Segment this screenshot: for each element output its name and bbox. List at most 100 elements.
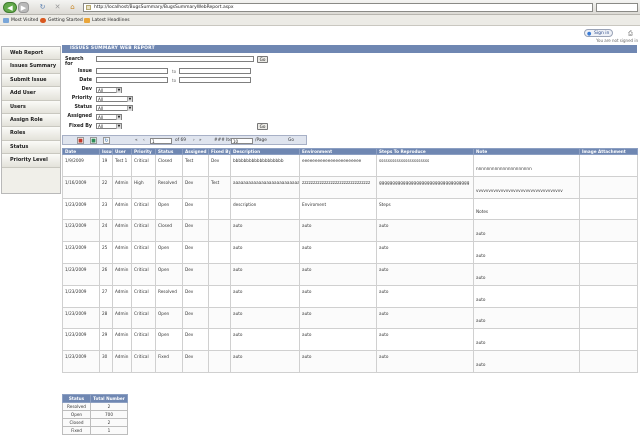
sidebar-item-priority-level[interactable]: Priority Level (2, 154, 60, 168)
chevron-down-icon: ▼ (116, 124, 121, 129)
excel-export-icon[interactable]: ■ (90, 137, 97, 144)
cell: Open (62, 410, 91, 419)
cell: description (230, 197, 300, 221)
sidebar-item-assign-role[interactable]: Assign Role (2, 113, 60, 128)
last-page-icon[interactable]: » (199, 138, 202, 143)
cell: 26 (99, 262, 113, 286)
fixed-by-select[interactable]: All ▼ (96, 123, 122, 129)
cell: auto (473, 262, 580, 286)
page-number-input[interactable]: 1 (150, 138, 172, 144)
next-page-icon[interactable]: › (193, 138, 195, 143)
cell: Critical (131, 350, 156, 373)
summary-row: Closed 2 (62, 418, 128, 427)
cell: Critical (131, 306, 156, 330)
col-header-priority[interactable]: Priority (131, 148, 156, 155)
per-page-label: /Page (255, 138, 267, 143)
cell: auto (230, 350, 300, 373)
cell: 24 (99, 219, 113, 243)
cell: Admin (112, 175, 132, 199)
sidebar-item-web-report[interactable]: Web Report (2, 47, 60, 61)
reload-icon[interactable]: ↻ (38, 3, 47, 12)
cell: auto (230, 306, 300, 330)
table-row[interactable]: 1/23/2009 28 Admin Critical Open Dev auto auto a… (62, 306, 638, 330)
filter-go-button[interactable]: Go (257, 123, 268, 130)
cell: auto (299, 219, 377, 243)
sidebar-item-users[interactable]: Users (2, 100, 60, 114)
sidebar-item-roles[interactable]: Roles (2, 127, 60, 141)
sign-in-button[interactable]: Sign in (584, 29, 614, 38)
sidebar-nav: Web Report Issues Summary Submit Issue A… (1, 46, 61, 194)
cell: 23 (99, 197, 113, 221)
page-size-select[interactable]: 10 (231, 138, 253, 144)
cell: 1/23/2009 (62, 241, 100, 264)
status-select[interactable]: All ▼ (96, 105, 133, 111)
cell: Resolved (62, 402, 91, 411)
report-title: ISSUES SUMMARY WEB REPORT (62, 45, 637, 53)
home-icon[interactable]: ⌂ (68, 3, 77, 12)
col-header-assigned[interactable]: Assigned (182, 148, 209, 155)
cell: auto (473, 241, 580, 264)
prev-page-icon[interactable]: ‹ (143, 138, 145, 143)
pdf-export-icon[interactable]: ■ (77, 137, 84, 144)
sidebar-item-issues-summary[interactable]: Issues Summary (2, 60, 60, 74)
stop-icon[interactable]: ✕ (53, 3, 62, 12)
bookmark-getting-started[interactable]: Getting Started (40, 17, 83, 24)
dev-select[interactable]: All ▼ (96, 87, 122, 93)
cell: Fixed (62, 426, 91, 435)
table-row[interactable]: 1/23/2009 26 Admin Critical Open Dev auto auto a… (62, 262, 638, 286)
bookmark-latest-headlines[interactable]: Latest Headlines (84, 17, 130, 24)
sidebar-item-submit-issue[interactable]: Submit Issue (2, 73, 60, 88)
browser-search-box[interactable] (596, 3, 638, 12)
report-toolbar: ■ ■ ↻ « ‹ 1 of 69 › » ### Items 10 /Page… (62, 135, 307, 145)
cell: 1/23/2009 (62, 284, 100, 308)
status-summary-table: Status Total Number Resolved 2 Open 700 Cl… (62, 394, 128, 435)
sidebar-item-status[interactable]: Status (2, 140, 60, 155)
dev-label: Dev (81, 87, 92, 92)
cell: Open (155, 262, 183, 286)
issue-from-input[interactable] (96, 68, 168, 74)
date-to-input[interactable] (179, 77, 251, 83)
sidebar-item-add-user[interactable]: Add User (2, 87, 60, 101)
col-header-issue[interactable]: Issue (99, 148, 113, 155)
table-row[interactable]: 1/23/2009 24 Admin Critical Closed Dev auto aut… (62, 219, 638, 243)
table-row[interactable]: 1/16/2009 22 Admin High Resolved Dev Test aaaaa… (62, 175, 638, 199)
cell: Dev (182, 262, 209, 286)
table-row[interactable]: 1/23/2009 30 Admin Critical Fixed Dev auto auto… (62, 350, 638, 373)
refresh-icon[interactable]: ↻ (103, 137, 110, 144)
date-from-input[interactable] (96, 77, 168, 83)
table-row[interactable]: 1/23/2009 25 Admin Critical Open Dev auto auto a… (62, 241, 638, 264)
summary-row: Fixed 1 (62, 426, 128, 435)
pager-go-button[interactable]: Go (288, 138, 294, 143)
cell: 1/23/2009 (62, 262, 100, 286)
cell: 30 (99, 350, 113, 373)
address-bar[interactable]: http://localhost/BugsSummary/BugsSummary… (83, 3, 593, 12)
cell (208, 197, 231, 221)
cell (579, 306, 638, 330)
col-header-fixed-by[interactable]: Fixed By (208, 148, 231, 155)
search-go-button[interactable]: Go (257, 56, 268, 63)
issues-table: Date Issue User Priority Status Assigned… (62, 148, 638, 373)
cell: Test (208, 175, 231, 199)
cell: Enviroment (299, 197, 377, 221)
cell: Dev (182, 306, 209, 330)
table-row[interactable]: 1/23/2009 23 Admin Critical Open Dev descripti… (62, 197, 638, 221)
cell: Admin (112, 219, 132, 243)
back-icon[interactable]: ◀ (3, 2, 17, 13)
search-input[interactable] (96, 56, 254, 62)
table-row[interactable]: 1/23/2009 29 Admin Critical Open Dev auto auto a… (62, 328, 638, 352)
assigned-select[interactable]: All ▼ (96, 114, 122, 120)
cell: auto (376, 262, 474, 286)
issue-to-input[interactable] (179, 68, 251, 74)
forward-icon[interactable]: ▶ (18, 2, 29, 13)
cell: auto (376, 306, 474, 330)
printer-icon[interactable]: ⎙ (628, 30, 635, 37)
table-row[interactable]: 1/23/2009 27 Admin Critical Resolved Dev auto a… (62, 284, 638, 308)
status-label: Status (74, 105, 92, 110)
table-row[interactable]: 1/9/2009 19 Test 1 Critical Closed Test Dev bbb… (62, 154, 638, 177)
bookmark-most-visited[interactable]: Most Visited (3, 17, 38, 24)
cell (208, 262, 231, 286)
cell: sssssssssssssssssssssss (376, 154, 474, 177)
cell (579, 154, 638, 177)
first-page-icon[interactable]: « (135, 138, 138, 143)
priority-select[interactable]: All ▼ (96, 96, 133, 102)
